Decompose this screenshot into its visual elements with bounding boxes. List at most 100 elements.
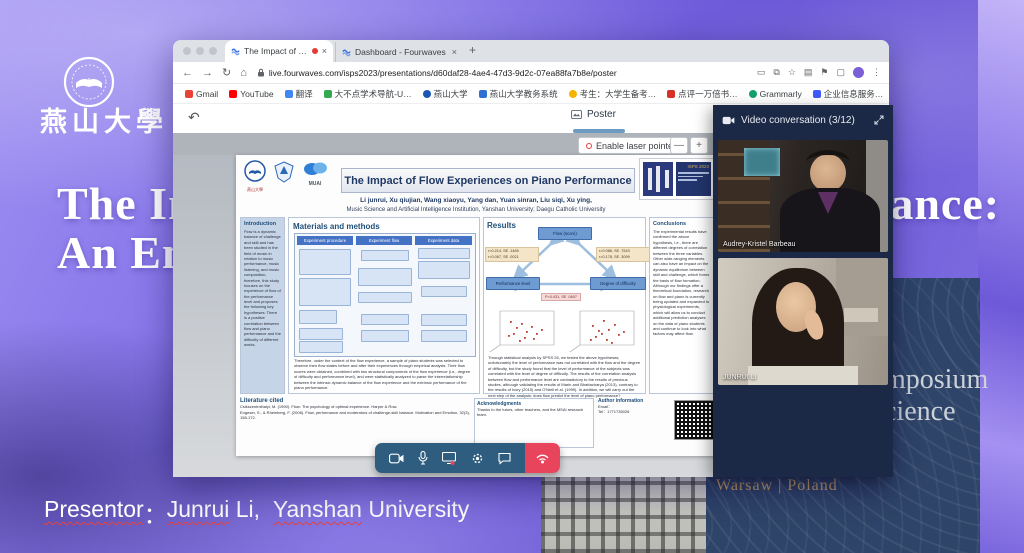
- bookmark-grammarly[interactable]: Grammarly: [749, 89, 802, 99]
- poster-logo-muai: MUAI: [302, 161, 328, 187]
- expand-icon[interactable]: [874, 115, 884, 125]
- flow-box: [418, 248, 470, 259]
- flow-col-flow: Experiment flow: [356, 236, 412, 245]
- bookmark-nav-site[interactable]: 大不点学术导航-U…: [324, 88, 412, 100]
- poster-logo-caption: 燕山大學: [244, 187, 266, 193]
- introduction-text: Flow is a dynamic balance of challenge a…: [244, 229, 281, 348]
- muai-label: MUAI: [302, 181, 328, 187]
- address-bar[interactable]: live.fourwaves.com/isps2023/presentation…: [257, 68, 749, 78]
- grammarly-icon: [749, 90, 757, 98]
- lock-icon: [257, 68, 265, 77]
- bookmark-review[interactable]: 点评一万倍书…: [667, 88, 738, 100]
- camera-toggle-button[interactable]: [389, 453, 404, 464]
- call-controls-bar: [375, 443, 560, 473]
- presenter-label: Presentor: [44, 496, 144, 530]
- extension-icon-1[interactable]: ▤: [804, 67, 813, 78]
- gmail-icon: [185, 90, 193, 98]
- jwxt-icon: [479, 90, 487, 98]
- flow-box: [358, 292, 412, 303]
- stat-box-center: P=0.431, SE .0697: [541, 293, 581, 301]
- window-minimize-button[interactable]: [196, 47, 204, 55]
- recording-indicator: [312, 48, 318, 54]
- screen: mposium cience Warsaw | Poland 燕山大學 The …: [0, 0, 1024, 553]
- forward-icon[interactable]: →: [202, 67, 213, 79]
- reload-icon[interactable]: ↻: [222, 66, 231, 79]
- participant-shirt: [748, 366, 858, 385]
- profile-avatar[interactable]: [853, 67, 864, 78]
- browser-toolbar: ← → ↻ ⌂ live.fourwaves.com/isps2023/pres…: [173, 62, 889, 84]
- stat-right-2: r=0.178, SE .3099: [599, 255, 647, 261]
- page-back-icon[interactable]: ↶: [188, 109, 200, 126]
- fourwaves-favicon: [231, 47, 240, 56]
- conclusions-text: The experimental results have confirmed …: [653, 229, 710, 337]
- conclusions-heading: Conclusions: [653, 221, 710, 227]
- stat-box-left: r=0.214, SE .1465 r=0.067, SE .0021: [485, 247, 539, 262]
- tab-close-icon[interactable]: ×: [322, 46, 327, 56]
- tab-close-icon[interactable]: ×: [452, 47, 457, 57]
- extension-icon-2[interactable]: ⚑: [820, 67, 828, 78]
- zoom-in-button[interactable]: +: [690, 137, 708, 154]
- presenter-first-name: Junrui: [167, 496, 230, 530]
- enable-laser-pointer-button[interactable]: Enable laser pointer: [578, 137, 684, 154]
- translate-icon[interactable]: ⧉: [773, 67, 779, 78]
- service-icon: [813, 90, 821, 98]
- node-flow: Flow (score): [538, 227, 592, 240]
- participant-video-1[interactable]: Audrey-Kristel Barbeau: [718, 140, 888, 252]
- participant-name: JUNRUI LI: [723, 374, 756, 381]
- poster-title: The Impact of Flow Experiences on Piano …: [341, 168, 635, 193]
- home-icon[interactable]: ⌂: [240, 67, 247, 79]
- section-acknowledgments: Acknowledgments Thanks to the tutors, ot…: [474, 398, 594, 448]
- reading-list-icon[interactable]: ▭: [757, 67, 766, 78]
- tab-dashboard[interactable]: Dashboard - Fourwaves ×: [335, 42, 463, 62]
- tab-poster-page[interactable]: The Impact of Flow Exper… ×: [225, 40, 333, 62]
- tab-title: The Impact of Flow Exper…: [244, 46, 308, 56]
- flow-box: [421, 286, 467, 297]
- laser-dot-icon: [586, 143, 592, 149]
- section-introduction: Introduction Flow is a dynamic balance o…: [240, 217, 285, 394]
- flow-box: [299, 310, 337, 324]
- bookmark-gmail[interactable]: Gmail: [185, 89, 218, 99]
- bookmark-youtube[interactable]: YouTube: [229, 89, 273, 99]
- tab-poster[interactable]: Poster: [571, 109, 616, 120]
- extension-icon-3[interactable]: ▢: [836, 67, 845, 78]
- methods-paragraph: Therefore, under the context of the flow…: [294, 358, 474, 390]
- presenter-line: Presentor ： Junrui Li, Yanshan Universit…: [44, 496, 469, 530]
- bookmark-ysu-jwxt[interactable]: 燕山大学教务系统: [479, 88, 558, 100]
- video-conversation-panel: Video conversation (3/12) Audrey-Kristel…: [713, 105, 893, 477]
- bookmark-exam[interactable]: 考生：大学生备考…: [569, 88, 657, 100]
- chat-button[interactable]: [498, 452, 511, 465]
- window-close-button[interactable]: [183, 47, 191, 55]
- exam-icon: [569, 90, 577, 98]
- settings-gear-button[interactable]: [471, 452, 484, 465]
- participant-video-2[interactable]: JUNRUI LI: [718, 258, 888, 385]
- poster-logo-ysu: 燕山大學: [244, 160, 266, 193]
- participant-name: Audrey-Kristel Barbeau: [723, 241, 795, 248]
- bookmark-ysu[interactable]: 燕山大学: [423, 88, 468, 100]
- flow-box: [421, 330, 467, 342]
- ysu-icon: [423, 90, 431, 98]
- hang-up-icon: [535, 452, 550, 464]
- bookmark-info-service[interactable]: 企业信息服务…: [813, 88, 884, 100]
- new-tab-button[interactable]: +: [469, 43, 476, 57]
- flow-box: [418, 261, 470, 279]
- flow-box: [361, 314, 409, 325]
- presenter-affiliation-2: University: [362, 496, 469, 530]
- stat-left-2: r=0.067, SE .0021: [488, 255, 536, 261]
- window-zoom-button[interactable]: [209, 47, 217, 55]
- youtube-icon: [229, 90, 237, 98]
- section-conclusions: Conclusions The experimental results hav…: [649, 217, 714, 394]
- headphones: [806, 150, 850, 175]
- back-icon[interactable]: ←: [182, 67, 193, 79]
- section-author-info: Author information Email： Tel：1771735026: [598, 398, 668, 415]
- bookmark-translate[interactable]: 翻译: [285, 88, 313, 100]
- zoom-out-button[interactable]: —: [670, 137, 688, 154]
- leave-call-button[interactable]: [525, 443, 560, 473]
- screen-share-button[interactable]: [442, 452, 456, 465]
- kebab-menu-icon[interactable]: ⋮: [872, 67, 881, 78]
- bookmark-star-icon[interactable]: ☆: [788, 67, 796, 78]
- author-tel: Tel：1771735026: [598, 409, 668, 414]
- microphone-toggle-button[interactable]: [418, 451, 428, 465]
- url-text: live.fourwaves.com/isps2023/presentation…: [269, 68, 617, 78]
- flow-box: [299, 341, 343, 353]
- methods-heading: Materials and methods: [293, 222, 475, 231]
